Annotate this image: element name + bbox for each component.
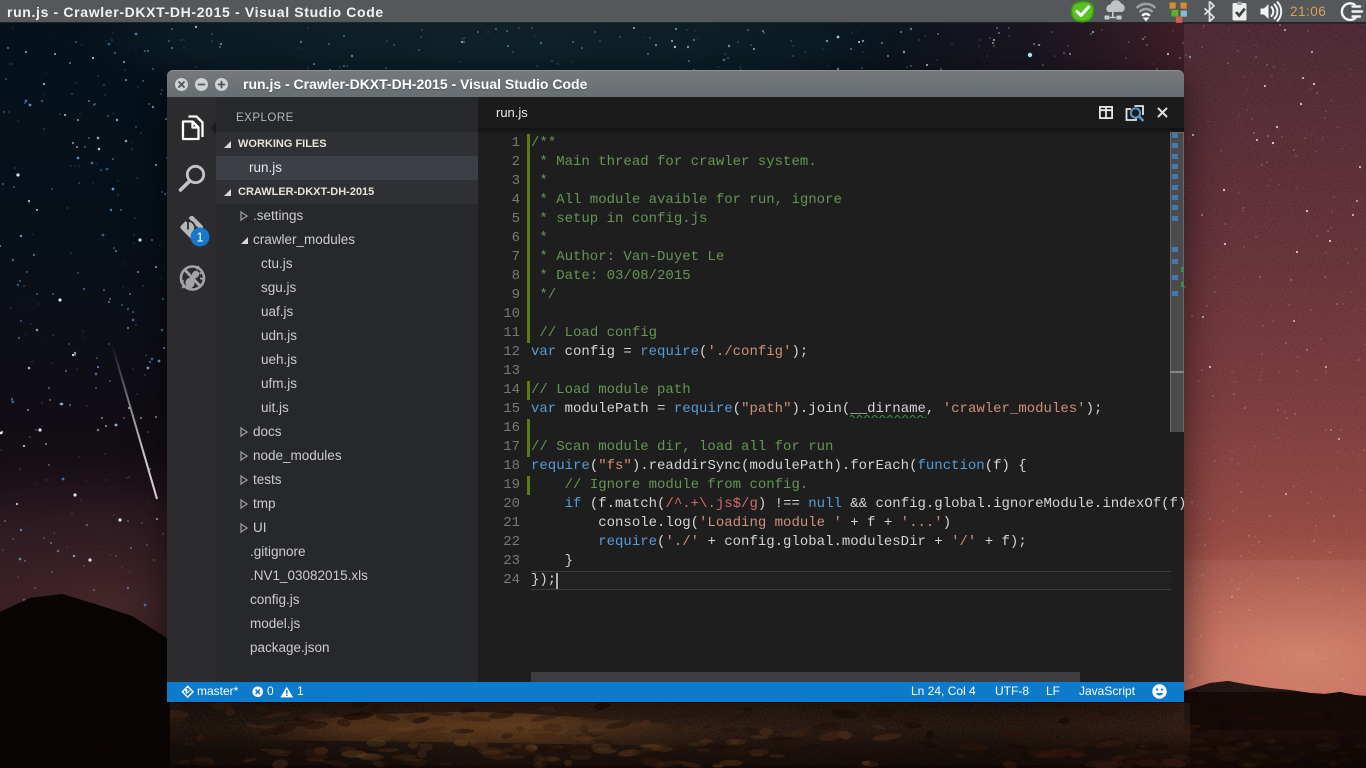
svg-text:1: 1: [196, 230, 203, 245]
